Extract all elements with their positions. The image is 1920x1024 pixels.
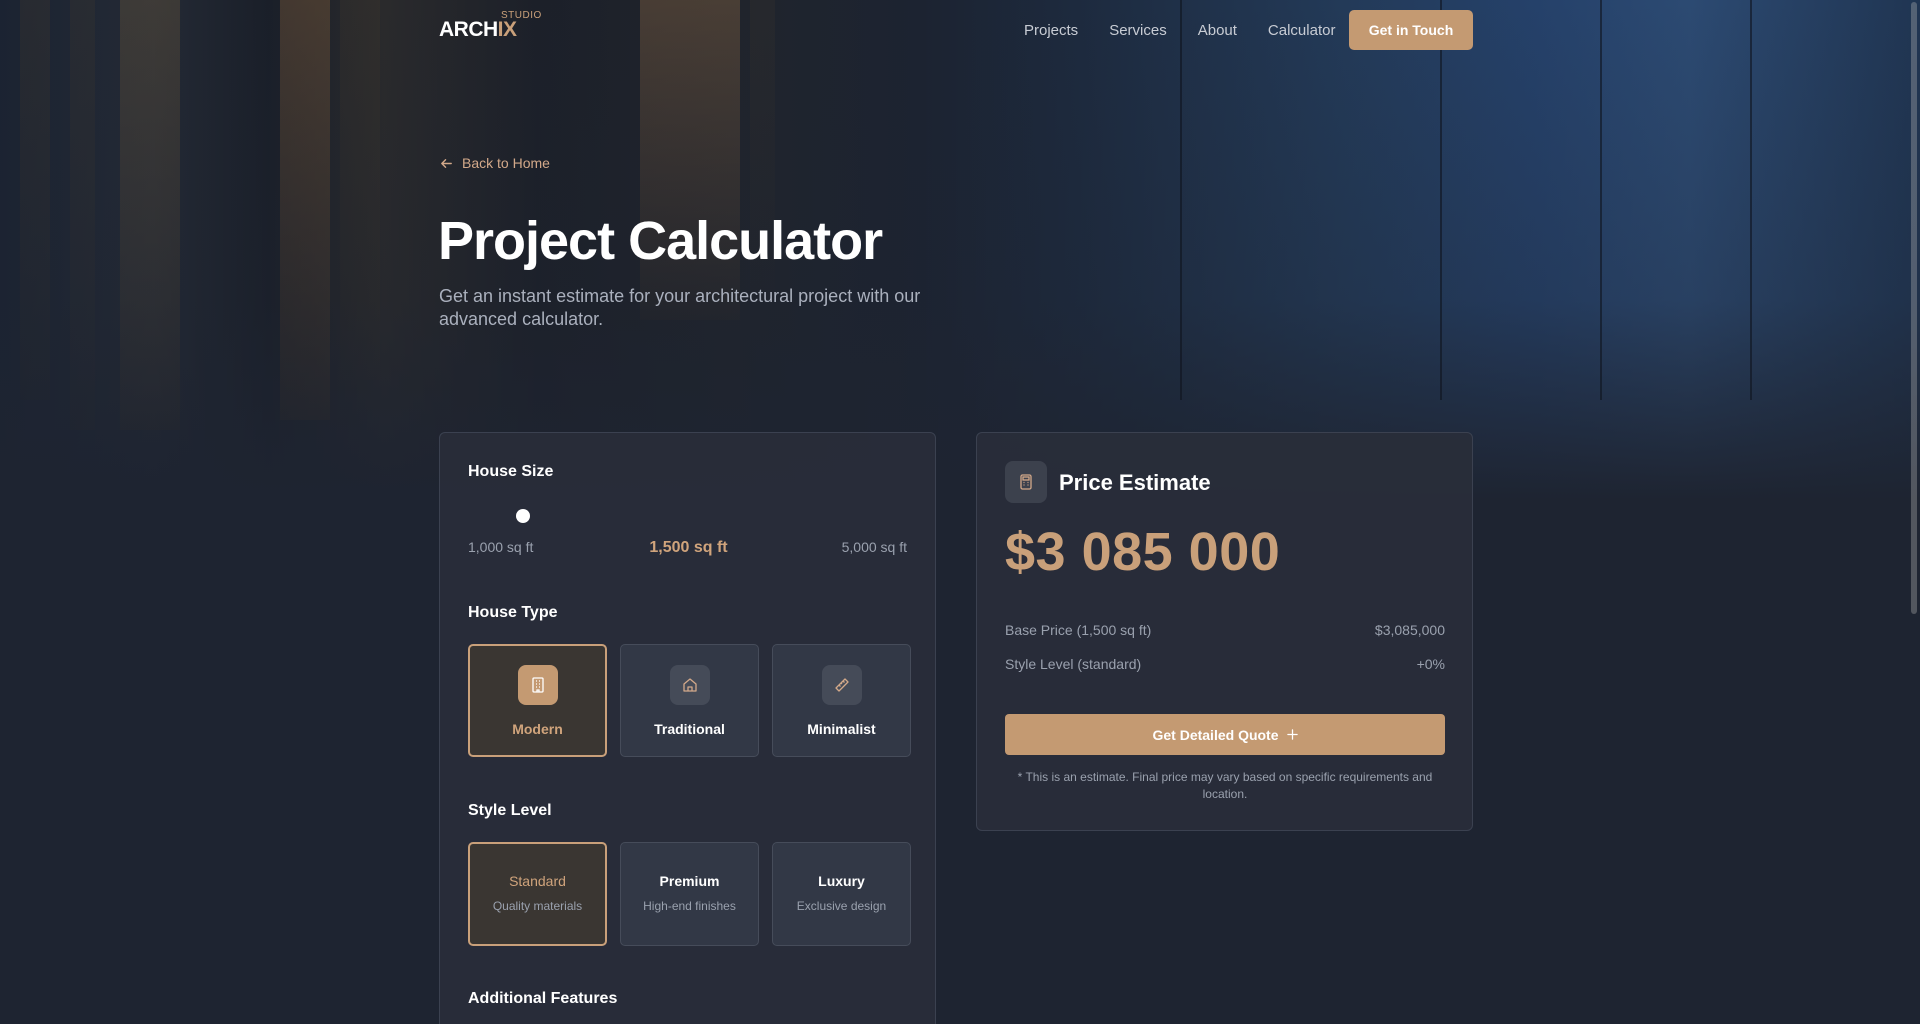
house-type-minimalist[interactable]: Minimalist xyxy=(772,644,911,757)
logo-superscript: STUDIO xyxy=(501,10,542,21)
page-scrollbar[interactable] xyxy=(1908,0,1920,1024)
page: ARCHIX STUDIO Projects Services About Ca… xyxy=(0,0,1920,1024)
plus-icon xyxy=(1286,729,1298,740)
style-level-premium-desc: High-end finishes xyxy=(643,899,736,913)
base-price-row: Base Price (1,500 sq ft) $3,085,000 xyxy=(1005,622,1445,638)
hero-background-image xyxy=(0,0,1920,500)
base-price-label: Base Price (1,500 sq ft) xyxy=(1005,622,1152,638)
style-level-label: Style Level xyxy=(468,802,552,819)
scrollbar-thumb[interactable] xyxy=(1911,2,1917,614)
style-level-luxury[interactable]: Luxury Exclusive design xyxy=(772,842,911,946)
nav-links: Projects Services About Calculator xyxy=(1024,22,1366,39)
building-icon xyxy=(517,664,558,705)
nav-link-services[interactable]: Services xyxy=(1109,22,1167,39)
style-level-luxury-label: Luxury xyxy=(818,873,865,889)
house-size-max-label: 5,000 sq ft xyxy=(841,539,907,555)
back-to-home-link[interactable]: Back to Home xyxy=(439,155,550,171)
calculator-form-card: House Size 1,000 sq ft 1,500 sq ft 5,000… xyxy=(439,432,936,1024)
arrow-left-icon xyxy=(441,158,452,168)
style-level-row: Style Level (standard) +0% xyxy=(1005,656,1445,672)
style-level-row-label: Style Level (standard) xyxy=(1005,656,1142,672)
style-level-standard[interactable]: Standard Quality materials xyxy=(468,842,607,946)
get-in-touch-button[interactable]: Get in Touch xyxy=(1349,10,1473,50)
ruler-icon xyxy=(821,664,862,705)
logo[interactable]: ARCHIX STUDIO xyxy=(439,10,541,42)
house-type-minimalist-label: Minimalist xyxy=(807,720,876,737)
house-type-traditional-label: Traditional xyxy=(654,720,725,737)
house-type-traditional[interactable]: Traditional xyxy=(620,644,759,757)
style-level-luxury-desc: Exclusive design xyxy=(796,899,887,913)
price-estimate-title: Price Estimate xyxy=(1059,470,1211,495)
style-level-premium[interactable]: Premium High-end finishes xyxy=(620,842,759,946)
nav-link-projects[interactable]: Projects xyxy=(1024,22,1078,39)
house-type-modern-label: Modern xyxy=(512,720,563,737)
house-type-label: House Type xyxy=(468,604,558,621)
estimate-disclaimer: * This is an estimate. Final price may v… xyxy=(1017,770,1433,801)
style-level-row-value: +0% xyxy=(1416,656,1445,672)
style-level-standard-desc: Quality materials xyxy=(492,899,583,913)
back-to-home-label: Back to Home xyxy=(462,155,550,171)
house-size-slider-thumb[interactable] xyxy=(516,509,530,523)
style-level-premium-label: Premium xyxy=(659,873,720,889)
page-title: Project Calculator xyxy=(438,211,883,271)
style-level-standard-label: Standard xyxy=(509,873,566,889)
logo-text: ARCH xyxy=(439,18,498,41)
house-type-options: Modern Traditional Minimalist xyxy=(468,644,911,757)
logo-accent-text: IX xyxy=(497,18,517,41)
estimated-price: $3 085 000 xyxy=(1005,522,1281,582)
nav-link-about[interactable]: About xyxy=(1198,22,1237,39)
house-icon xyxy=(669,664,710,705)
calculator-icon xyxy=(1005,461,1047,503)
price-estimate-card: Price Estimate $3 085 000 Base Price (1,… xyxy=(976,432,1473,831)
base-price-value: $3,085,000 xyxy=(1374,622,1445,638)
page-subtitle: Get an instant estimate for your archite… xyxy=(439,286,921,329)
style-level-options: Standard Quality materials Premium High-… xyxy=(468,842,911,946)
additional-features-label: Additional Features xyxy=(468,990,618,1007)
house-size-label: House Size xyxy=(468,463,554,480)
house-type-modern[interactable]: Modern xyxy=(468,644,607,757)
top-navigation: ARCHIX STUDIO Projects Services About Ca… xyxy=(0,0,1920,60)
nav-link-calculator[interactable]: Calculator xyxy=(1268,22,1336,39)
get-detailed-quote-button[interactable]: Get Detailed Quote xyxy=(1005,714,1445,755)
get-detailed-quote-label: Get Detailed Quote xyxy=(1152,726,1279,743)
house-size-slider-track[interactable] xyxy=(468,515,908,519)
